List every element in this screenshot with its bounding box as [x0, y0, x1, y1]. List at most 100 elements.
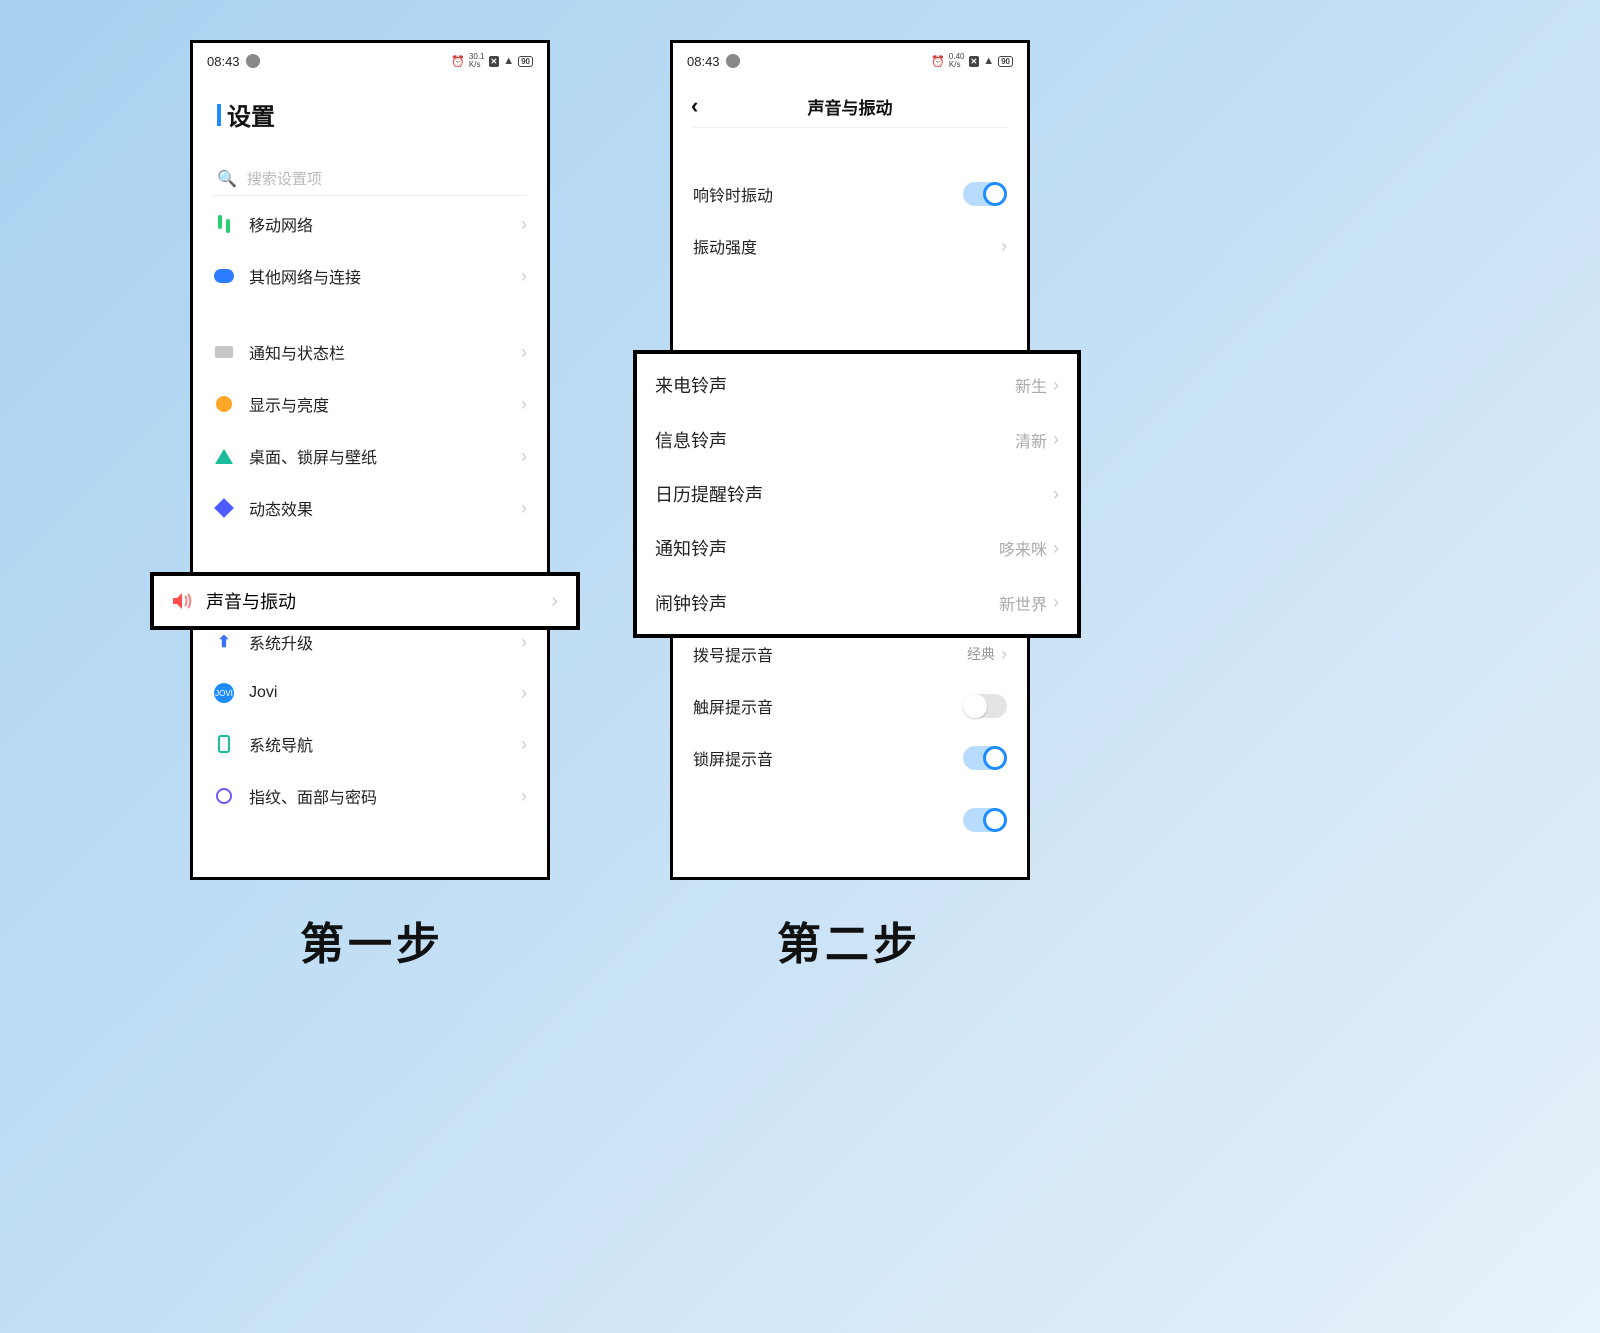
row-value: 清新 — [1015, 428, 1047, 452]
chevron-right-icon: › — [551, 590, 558, 613]
row-lock-sound[interactable]: 锁屏提示音 — [673, 732, 1027, 784]
chevron-right-icon: › — [1053, 429, 1059, 450]
highlight-label: 声音与振动 — [206, 588, 296, 614]
chevron-right-icon: › — [1053, 484, 1059, 505]
row-label: 拨号提示音 — [693, 642, 967, 666]
settings-item-nav[interactable]: 系统导航 › — [193, 718, 547, 770]
row-incoming-ringtone[interactable]: 来电铃声 新生 › — [637, 358, 1077, 412]
chevron-right-icon: › — [1053, 375, 1059, 396]
status-bar: 08:43 ⏰ 30.1K/s ✕ ▲ 90 — [193, 43, 547, 75]
mobile-network-icon — [213, 213, 235, 235]
page-title: 设置 — [227, 97, 275, 132]
chevron-right-icon: › — [1001, 644, 1007, 665]
chevron-right-icon: › — [1053, 592, 1059, 613]
row-value: 新生 — [1015, 373, 1047, 397]
row-label: 来电铃声 — [655, 372, 1015, 398]
row-alarm-ringtone[interactable]: 闹钟铃声 新世界 › — [637, 576, 1077, 630]
notifications-icon — [213, 341, 235, 363]
row-message-ringtone[interactable]: 信息铃声 清新 › — [637, 412, 1077, 466]
page-header: ‹ 声音与振动 — [673, 75, 1027, 127]
chevron-right-icon: › — [521, 632, 527, 653]
settings-item-label: 系统升级 — [249, 630, 521, 654]
chevron-right-icon: › — [521, 734, 527, 755]
row-partial — [673, 784, 1027, 822]
chevron-right-icon: › — [521, 683, 527, 704]
desktop-icon — [213, 445, 235, 467]
row-vibrate-on-ring[interactable]: 响铃时振动 — [673, 168, 1027, 220]
status-time: 08:43 — [207, 54, 240, 69]
wifi-icon: ▲ — [503, 55, 514, 67]
settings-item-label: 移动网络 — [249, 212, 521, 236]
row-value: 哆来咪 — [999, 536, 1047, 560]
update-icon: ⬆ — [213, 631, 235, 653]
browser-icon — [246, 54, 260, 68]
battery-icon: 90 — [998, 56, 1013, 67]
settings-item-label: 动态效果 — [249, 496, 521, 520]
settings-item-desktop[interactable]: 桌面、锁屏与壁纸 › — [193, 430, 547, 482]
chevron-right-icon: › — [1053, 538, 1059, 559]
settings-item-label: 系统导航 — [249, 732, 521, 756]
settings-item-label: Jovi — [249, 684, 521, 702]
chevron-right-icon: › — [521, 342, 527, 363]
nav-icon — [213, 733, 235, 755]
settings-item-other-connections[interactable]: 其他网络与连接 › — [193, 250, 547, 302]
toggle-lock-sound[interactable] — [963, 746, 1007, 770]
chevron-right-icon: › — [521, 266, 527, 287]
toggle-vibrate-on-ring[interactable] — [963, 182, 1007, 206]
alarm-icon: ⏰ — [931, 55, 945, 68]
settings-item-label: 其他网络与连接 — [249, 264, 521, 288]
caption-step1: 第一步 — [300, 908, 444, 972]
header-title: 声音与振动 — [721, 94, 979, 119]
browser-icon — [726, 54, 740, 68]
chevron-right-icon: › — [521, 394, 527, 415]
row-label: 信息铃声 — [655, 427, 1015, 453]
display-icon — [213, 393, 235, 415]
settings-item-label: 桌面、锁屏与壁纸 — [249, 444, 521, 468]
sim-icon: ✕ — [969, 56, 980, 67]
toggle-partial[interactable] — [963, 808, 1007, 832]
search-icon: 🔍 — [217, 169, 237, 189]
row-label: 锁屏提示音 — [693, 746, 963, 770]
sim-icon: ✕ — [489, 56, 500, 67]
motion-icon — [213, 497, 235, 519]
connections-icon — [213, 265, 235, 287]
page-title-row: 设置 — [193, 75, 547, 142]
row-touch-sound[interactable]: 触屏提示音 — [673, 680, 1027, 732]
back-button[interactable]: ‹ — [691, 93, 721, 119]
battery-icon: 90 — [518, 56, 533, 67]
chevron-right-icon: › — [521, 498, 527, 519]
settings-item-label: 通知与状态栏 — [249, 340, 521, 364]
search-input[interactable]: 🔍 搜索设置项 — [213, 162, 527, 196]
caption-step2: 第二步 — [777, 908, 921, 972]
chevron-right-icon: › — [521, 214, 527, 235]
settings-item-label: 显示与亮度 — [249, 392, 521, 416]
row-label: 通知铃声 — [655, 535, 999, 561]
row-label: 日历提醒铃声 — [655, 481, 1047, 507]
toggle-touch-sound[interactable] — [963, 694, 1007, 718]
row-label: 响铃时振动 — [693, 182, 963, 206]
speaker-icon — [172, 592, 192, 610]
row-label: 触屏提示音 — [693, 694, 963, 718]
phone-step1: 08:43 ⏰ 30.1K/s ✕ ▲ 90 设置 🔍 搜索设置项 移动网络 ›… — [190, 40, 550, 880]
chevron-right-icon: › — [521, 446, 527, 467]
row-notification-ringtone[interactable]: 通知铃声 哆来咪 › — [637, 521, 1077, 575]
settings-item-display[interactable]: 显示与亮度 › — [193, 378, 547, 430]
jovi-icon: JOVI — [213, 682, 235, 704]
status-bar: 08:43 ⏰ 0.40K/s ✕ ▲ 90 — [673, 43, 1027, 75]
status-time: 08:43 — [687, 54, 720, 69]
settings-item-motion[interactable]: 动态效果 › — [193, 482, 547, 534]
settings-item-label: 指纹、面部与密码 — [249, 784, 521, 808]
settings-item-jovi[interactable]: JOVI Jovi › — [193, 668, 547, 718]
highlight-sound-vibration[interactable]: 声音与振动 › — [150, 572, 580, 630]
wifi-icon: ▲ — [983, 55, 994, 67]
chevron-right-icon: › — [1001, 236, 1007, 257]
settings-item-notifications[interactable]: 通知与状态栏 › — [193, 326, 547, 378]
row-vibration-intensity[interactable]: 振动强度 › — [673, 220, 1027, 272]
title-accent-bar — [217, 104, 221, 126]
row-calendar-ringtone[interactable]: 日历提醒铃声 › — [637, 467, 1077, 521]
chevron-right-icon: › — [521, 786, 527, 807]
settings-item-mobile-network[interactable]: 移动网络 › — [193, 198, 547, 250]
settings-item-biometrics[interactable]: 指纹、面部与密码 › — [193, 770, 547, 822]
highlight-ringtones: 来电铃声 新生 › 信息铃声 清新 › 日历提醒铃声 › 通知铃声 哆来咪 › … — [633, 350, 1081, 638]
fingerprint-icon — [213, 785, 235, 807]
